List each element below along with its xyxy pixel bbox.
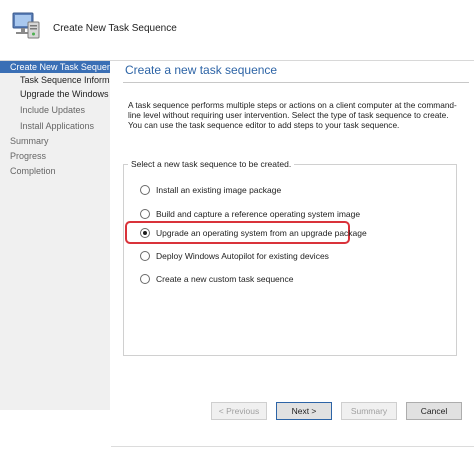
page-description: A task sequence performs multiple steps … [128, 100, 457, 130]
step-upgrade-windows[interactable]: Upgrade the Windows Op [0, 88, 110, 100]
radio-button[interactable] [140, 209, 150, 219]
step-include-updates[interactable]: Include Updates [0, 104, 85, 116]
step-create-new-task-sequence[interactable]: Create New Task Sequence [0, 61, 110, 73]
computer-wizard-icon [12, 12, 40, 39]
title-divider [123, 82, 469, 83]
step-install-applications[interactable]: Install Applications [0, 120, 94, 132]
step-summary[interactable]: Summary [0, 135, 49, 147]
radio-button[interactable] [140, 274, 150, 284]
radio-button-selected[interactable] [140, 228, 150, 238]
group-label: Select a new task sequence to be created… [128, 159, 295, 169]
wizard-header: Create New Task Sequence [0, 0, 474, 61]
summary-button[interactable]: Summary [341, 402, 397, 420]
step-task-sequence-information[interactable]: Task Sequence Informatio [0, 74, 110, 86]
option-label: Create a new custom task sequence [156, 274, 294, 284]
option-build-and-capture[interactable]: Build and capture a reference operating … [140, 208, 360, 220]
option-label: Build and capture a reference operating … [156, 209, 361, 219]
radio-button[interactable] [140, 251, 150, 261]
option-deploy-autopilot[interactable]: Deploy Windows Autopilot for existing de… [140, 250, 329, 262]
wizard-content: Create a new task sequence A task sequen… [111, 61, 474, 447]
option-label: Upgrade an operating system from an upgr… [156, 228, 367, 238]
option-label: Deploy Windows Autopilot for existing de… [156, 251, 329, 261]
step-progress[interactable]: Progress [0, 150, 46, 162]
radio-button[interactable] [140, 185, 150, 195]
next-button[interactable]: Next > [276, 402, 332, 420]
cancel-button[interactable]: Cancel [406, 402, 462, 420]
option-upgrade-os[interactable]: Upgrade an operating system from an upgr… [140, 227, 367, 239]
option-install-existing-image[interactable]: Install an existing image package [140, 184, 281, 196]
previous-button[interactable]: < Previous [211, 402, 267, 420]
wizard-steps-sidebar: Create New Task Sequence Task Sequence I… [0, 61, 110, 410]
page-title: Create a new task sequence [125, 63, 278, 77]
wizard-footer [111, 446, 474, 472]
wizard-title: Create New Task Sequence [53, 23, 177, 34]
option-custom-task-sequence[interactable]: Create a new custom task sequence [140, 273, 294, 285]
step-completion[interactable]: Completion [0, 165, 56, 177]
option-label: Install an existing image package [156, 185, 282, 195]
